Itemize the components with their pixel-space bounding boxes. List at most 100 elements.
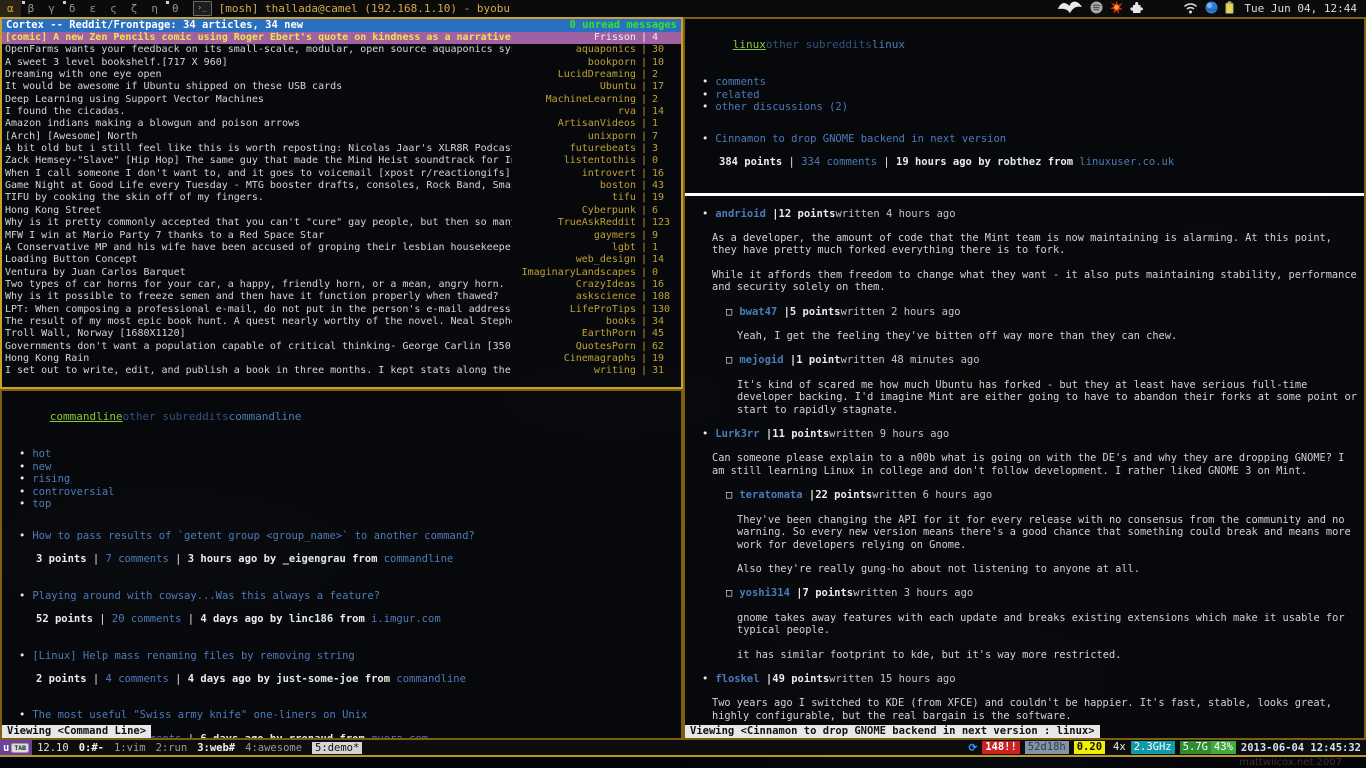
post-author[interactable]: _eigengrau xyxy=(283,553,346,565)
article-row[interactable]: Governments don't want a population capa… xyxy=(2,341,681,353)
tmux-window-item[interactable]: 1:vim xyxy=(114,742,146,754)
subreddit-link[interactable]: linux xyxy=(872,38,905,51)
comment-points: |12 points xyxy=(772,208,835,220)
terminal-layout-icon[interactable]: ›_ xyxy=(193,1,212,16)
article-row[interactable]: Hong Kong StreetCyberpunk|6 xyxy=(2,205,681,217)
post-source-link[interactable]: quora.com xyxy=(371,733,428,740)
article-row[interactable]: Deep Learning using Support Vector Machi… xyxy=(2,94,681,106)
tmux-window-item[interactable]: 3:web# xyxy=(197,742,235,754)
bullet-icon: • xyxy=(19,461,25,473)
sort-link[interactable]: new xyxy=(32,461,51,473)
post-comments-link[interactable]: 4 comments xyxy=(106,673,169,685)
article-row[interactable]: The result of my most epic book hunt. A … xyxy=(2,316,681,328)
article-row[interactable]: Loading Button Conceptweb_design|14 xyxy=(2,254,681,266)
article-comment-count: 4 xyxy=(652,32,678,44)
article-row[interactable]: I found the cicadas.rva|14 xyxy=(2,106,681,118)
workspace-tag[interactable]: ε xyxy=(83,0,104,17)
workspace-tag[interactable]: γ xyxy=(41,0,62,17)
post-comments-link[interactable]: 20 comments xyxy=(112,613,182,625)
post-source-link[interactable]: commandline xyxy=(396,673,466,685)
post-author[interactable]: robthez xyxy=(997,156,1041,168)
comment-author[interactable]: yoshi314 xyxy=(739,587,790,599)
workspace-tag[interactable]: ζ xyxy=(124,0,145,17)
article-row[interactable]: It would be awesome if Ubuntu shipped on… xyxy=(2,81,681,93)
article-row[interactable]: Ventura by Juan Carlos BarquetImaginaryL… xyxy=(2,267,681,279)
spotify-icon[interactable] xyxy=(1090,0,1103,18)
article-row[interactable]: Why is it possible to freeze semen and t… xyxy=(2,291,681,303)
refresh-icon: ⟳ xyxy=(968,742,977,754)
meta-separator: | xyxy=(169,673,188,685)
post-comments-link[interactable]: 7 comments xyxy=(106,553,169,565)
post-title-link[interactable]: Cinnamon to drop GNOME backend in next v… xyxy=(715,133,1006,145)
bullet-icon: • xyxy=(702,101,708,113)
post-author[interactable]: linc186 xyxy=(289,613,333,625)
tmux-window-item[interactable]: 4:awesome xyxy=(245,742,302,754)
comment-author[interactable]: andrioid xyxy=(715,208,766,220)
subreddit-name-link[interactable]: commandline xyxy=(50,410,123,423)
article-row[interactable]: [comic] A new Zen Pencils comic using Ro… xyxy=(2,32,681,44)
post-title-link[interactable]: The most useful "Swiss army knife" one-l… xyxy=(32,709,367,721)
article-row[interactable]: Hong Kong RainCinemagraphs|19 xyxy=(2,353,681,365)
post-author[interactable]: just-some-joe xyxy=(276,673,358,685)
sort-link[interactable]: rising xyxy=(32,473,70,485)
notification-burst-icon[interactable] xyxy=(1110,0,1123,18)
workspace-tag[interactable]: δ xyxy=(62,0,83,17)
comment-author[interactable]: floskel xyxy=(715,673,759,685)
post-source-link[interactable]: commandline xyxy=(384,553,454,565)
workspace-tag[interactable]: ς xyxy=(103,0,124,17)
article-row[interactable]: TIFU by cooking the skin off of my finge… xyxy=(2,192,681,204)
post-title-link[interactable]: [Linux] Help mass renaming files by remo… xyxy=(32,650,354,662)
comment-author[interactable]: teratomata xyxy=(739,489,802,501)
article-row[interactable]: A sweet 3 level bookshelf.[717 X 960]boo… xyxy=(2,57,681,69)
post-author[interactable]: rrenaud xyxy=(289,733,333,740)
post-nav-link[interactable]: related xyxy=(715,89,759,101)
post-title-link[interactable]: How to pass results of `getent group <gr… xyxy=(32,530,475,542)
article-row[interactable]: [Arch] [Awesome] Northunixporn|7 xyxy=(2,131,681,143)
sort-link[interactable]: controversial xyxy=(32,486,114,498)
article-row[interactable]: Zack Hemsey-"Slave" [Hip Hop] The same g… xyxy=(2,155,681,167)
article-title: [Arch] [Awesome] North xyxy=(5,131,512,143)
meta-separator: | xyxy=(877,156,896,168)
post-title-link[interactable]: Playing around with cowsay...Was this al… xyxy=(32,590,380,602)
article-row[interactable]: Two types of car horns for your car, a h… xyxy=(2,279,681,291)
article-row[interactable]: Dreaming with one eye openLucidDreaming|… xyxy=(2,69,681,81)
article-row[interactable]: LPT: When composing a professional e-mai… xyxy=(2,304,681,316)
battery-icon[interactable] xyxy=(1225,0,1234,18)
sort-link[interactable]: top xyxy=(32,498,51,510)
post-comments-link[interactable]: 334 comments xyxy=(801,156,877,168)
post-nav-link[interactable]: other discussions (2) xyxy=(715,101,848,113)
subreddit-name-link[interactable]: linux xyxy=(733,38,766,51)
workspace-tag[interactable]: θ xyxy=(165,0,186,17)
comment-author[interactable]: bwat47 xyxy=(739,306,777,318)
post-nav-link[interactable]: comments xyxy=(715,76,766,88)
tmux-window-item[interactable]: 5:demo* xyxy=(312,742,362,754)
article-row[interactable]: I set out to write, edit, and publish a … xyxy=(2,365,681,377)
article-row[interactable]: A bit old but i still feel like this is … xyxy=(2,143,681,155)
post-source-link[interactable]: linuxuser.co.uk xyxy=(1079,156,1174,168)
article-row[interactable]: Amazon indians making a blowgun and pois… xyxy=(2,118,681,130)
post-item: •How to pass results of `getent group <g… xyxy=(2,530,681,566)
sort-link[interactable]: hot xyxy=(32,448,51,460)
subreddit-link[interactable]: commandline xyxy=(229,410,302,423)
article-row[interactable]: When I call someone I don't want to, and… xyxy=(2,168,681,180)
article-row[interactable]: Why is it pretty commonly accepted that … xyxy=(2,217,681,229)
article-subreddit: listentothis xyxy=(512,155,636,167)
article-row[interactable]: MFW I win at Mario Party 7 thanks to a R… xyxy=(2,230,681,242)
wifi-icon[interactable] xyxy=(1183,0,1198,18)
article-row[interactable]: OpenFarms wants your feedback on its sma… xyxy=(2,44,681,56)
workspace-tag[interactable]: α xyxy=(0,0,21,17)
load-average-badge: 0.20 xyxy=(1074,741,1105,754)
article-row[interactable]: Troll Wall, Norway [1680X1120]EarthPorn|… xyxy=(2,328,681,340)
article-row[interactable]: Game Night at Good Life every Tuesday - … xyxy=(2,180,681,192)
comment-author[interactable]: Lurk3rr xyxy=(715,428,759,440)
tmux-window-item[interactable]: 2:run xyxy=(156,742,188,754)
workspace-tag[interactable]: β xyxy=(21,0,42,17)
tmux-window-item[interactable]: 0:#- xyxy=(79,742,104,754)
bird-icon[interactable] xyxy=(1057,0,1083,18)
workspace-tag[interactable]: η xyxy=(144,0,165,17)
post-source-link[interactable]: i.imgur.com xyxy=(371,613,441,625)
plugin-icon[interactable] xyxy=(1130,0,1143,18)
comment-author[interactable]: mejogid xyxy=(739,354,783,366)
network-globe-icon[interactable] xyxy=(1205,0,1218,18)
article-row[interactable]: A Conservative MP and his wife have been… xyxy=(2,242,681,254)
